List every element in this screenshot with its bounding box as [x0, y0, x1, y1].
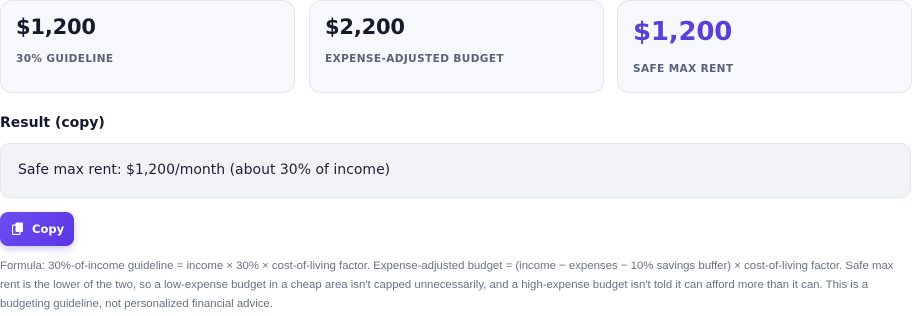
- expense-budget-label: EXPENSE-ADJUSTED BUDGET: [325, 53, 504, 65]
- result-heading: Result (copy): [0, 115, 105, 131]
- copy-button-label: Copy: [32, 222, 65, 236]
- copy-button[interactable]: Copy: [0, 212, 74, 246]
- summary-cards: $1,200 30% GUIDELINE $2,200 EXPENSE-ADJU…: [0, 0, 912, 93]
- safe-max-rent-card: $1,200 SAFE MAX RENT: [617, 0, 912, 93]
- guideline-value: $1,200: [16, 15, 96, 39]
- guideline-card: $1,200 30% GUIDELINE: [0, 0, 295, 93]
- safe-max-rent-label: SAFE MAX RENT: [633, 63, 734, 75]
- expense-budget-value: $2,200: [325, 15, 405, 39]
- formula-note: Formula: 30%-of-income guideline = incom…: [0, 260, 894, 310]
- expense-budget-card: $2,200 EXPENSE-ADJUSTED BUDGET: [309, 0, 604, 93]
- result-output[interactable]: Safe max rent: $1,200/month (about 30% o…: [0, 143, 911, 198]
- copy-icon: [12, 222, 23, 235]
- result-text: Safe max rent: $1,200/month (about 30% o…: [18, 162, 391, 178]
- guideline-label: 30% GUIDELINE: [16, 53, 114, 65]
- safe-max-rent-value: $1,200: [633, 17, 733, 47]
